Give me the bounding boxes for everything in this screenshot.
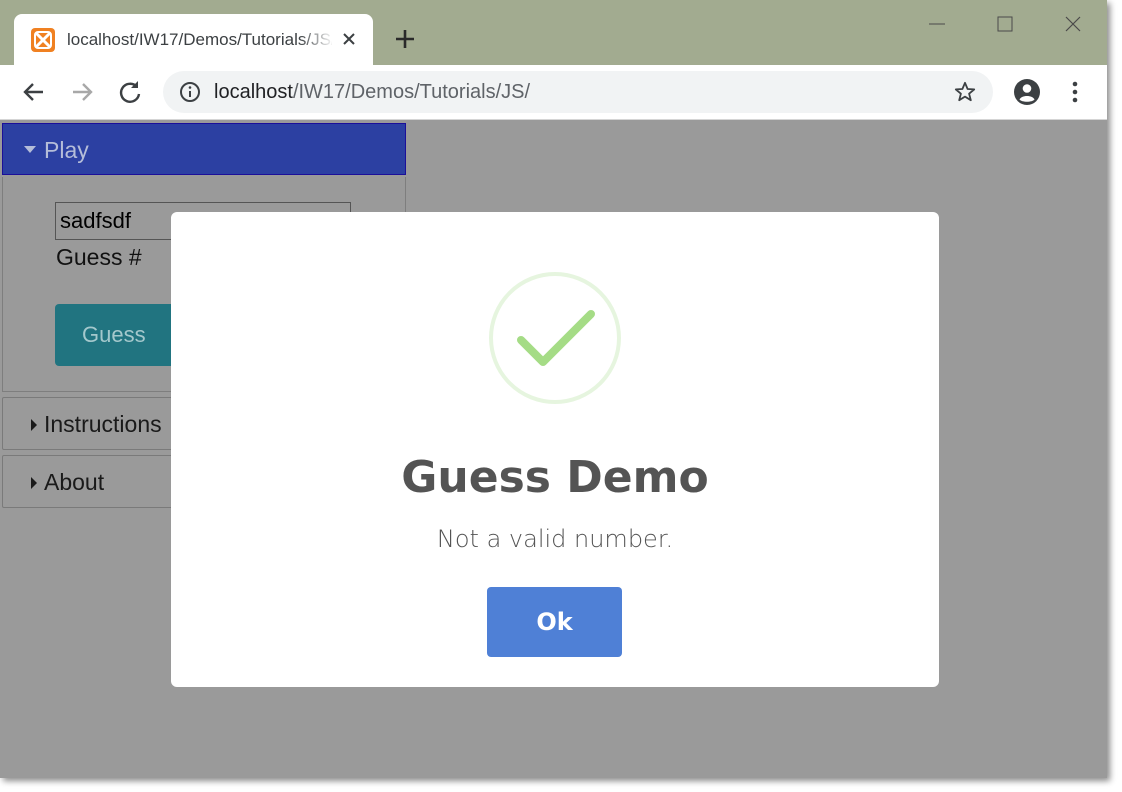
reload-icon[interactable] (116, 78, 144, 106)
tab-bar: localhost/IW17/Demos/Tutorials/JS/ (0, 0, 1107, 65)
guess-label: Guess # (56, 244, 142, 270)
caret-right-icon (31, 419, 37, 431)
xampp-favicon-icon (31, 28, 55, 52)
success-check-icon (488, 271, 622, 405)
modal-title: Guess Demo (401, 452, 709, 503)
accordion-play-label: Play (44, 137, 89, 163)
forward-icon[interactable] (68, 78, 96, 106)
maximize-icon[interactable] (993, 12, 1017, 36)
minimize-icon[interactable] (925, 12, 949, 36)
new-tab-icon[interactable] (392, 26, 418, 52)
caret-down-icon (24, 146, 36, 153)
accordion-about-label: About (44, 469, 105, 495)
accordion-play-header[interactable]: Play (2, 123, 406, 175)
ok-button[interactable]: Ok (487, 587, 622, 657)
modal-message: Not a valid number. (436, 525, 674, 553)
account-icon[interactable] (1013, 78, 1041, 106)
accordion-instructions-label: Instructions (44, 411, 162, 437)
address-bar[interactable]: localhost/IW17/Demos/Tutorials/JS/ (163, 71, 993, 113)
star-icon[interactable] (953, 80, 977, 104)
url-host: localhost (214, 81, 293, 103)
menu-icon[interactable] (1061, 78, 1089, 106)
alert-modal: Guess Demo Not a valid number. Ok (171, 212, 939, 687)
url-text[interactable]: localhost/IW17/Demos/Tutorials/JS/ (214, 81, 530, 104)
caret-right-icon (31, 477, 37, 489)
browser-toolbar: localhost/IW17/Demos/Tutorials/JS/ (0, 65, 1107, 120)
close-tab-icon[interactable] (338, 28, 360, 50)
close-window-icon[interactable] (1061, 12, 1085, 36)
info-icon[interactable] (179, 81, 201, 103)
browser-window: localhost/IW17/Demos/Tutorials/JS/ local… (0, 0, 1107, 778)
url-path: /IW17/Demos/Tutorials/JS/ (292, 81, 531, 103)
tab-title: localhost/IW17/Demos/Tutorials/JS/ (67, 30, 332, 49)
back-icon[interactable] (20, 78, 48, 106)
guess-button-label: Guess (82, 322, 146, 347)
browser-tab[interactable]: localhost/IW17/Demos/Tutorials/JS/ (14, 14, 373, 65)
